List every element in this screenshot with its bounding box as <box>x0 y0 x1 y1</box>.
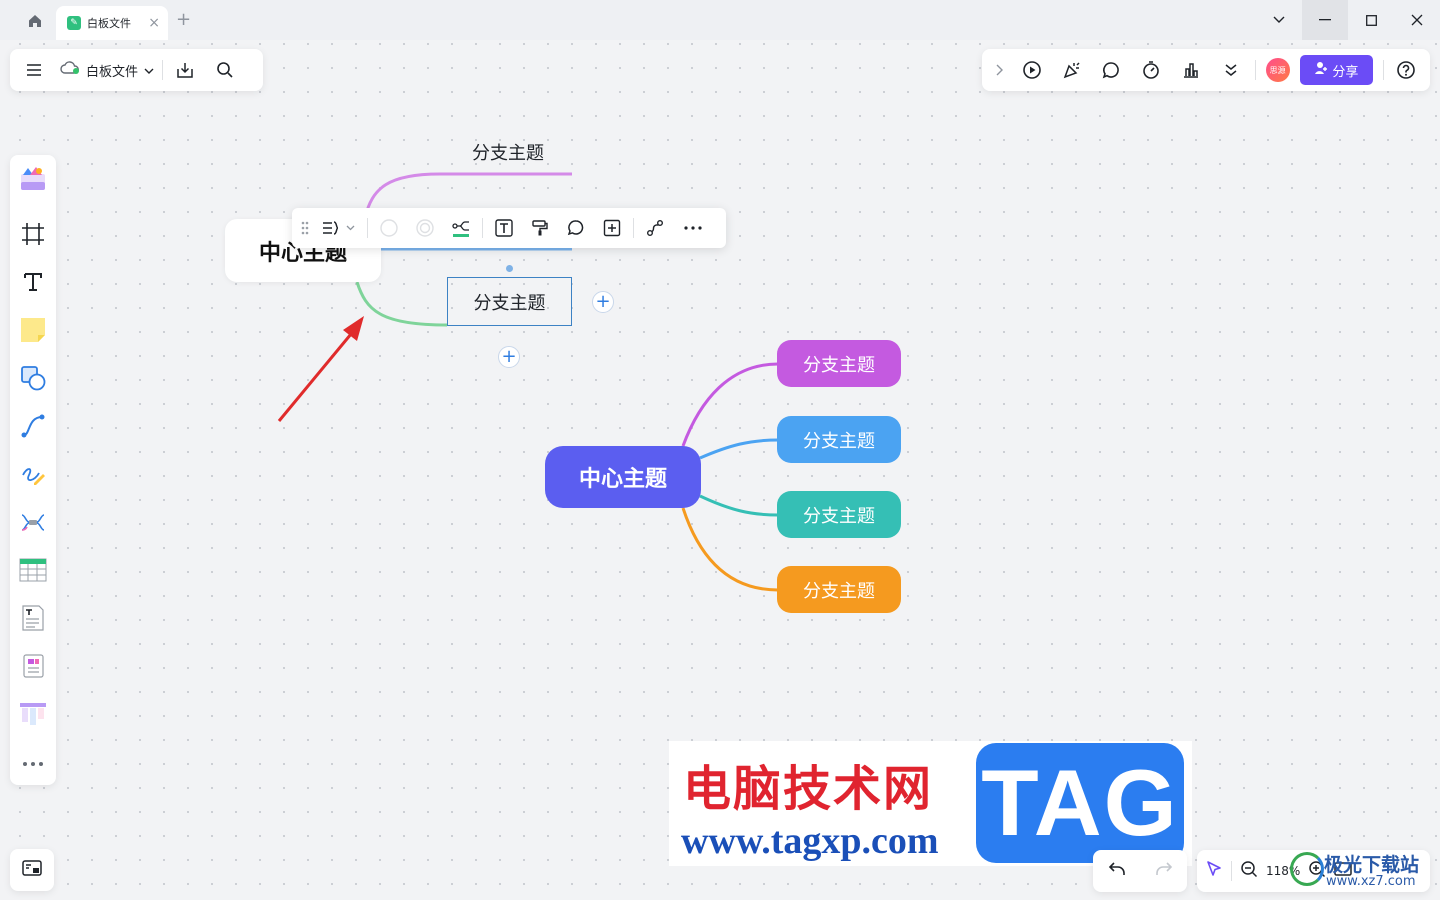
add-sibling-icon[interactable]: + <box>592 291 614 313</box>
site2-url: www.xz7.com <box>1326 874 1416 889</box>
annotation-arrow-line <box>277 327 358 422</box>
branch-line-2 <box>699 438 779 460</box>
drag-handle-icon[interactable] <box>296 213 314 243</box>
format-painter-icon[interactable] <box>522 213 558 243</box>
redo-icon[interactable] <box>1155 861 1173 881</box>
connection-handle[interactable] <box>506 265 513 272</box>
watermark: 电脑技术网 www.tagxp.com TAG <box>669 741 1192 866</box>
branch-line-selected <box>355 281 448 327</box>
mindmap2-branch-3[interactable]: 分支主题 <box>777 491 901 538</box>
annotation-arrow-head <box>343 316 364 341</box>
add-child-icon[interactable]: + <box>498 346 520 368</box>
watermark-site2: 极光下载站 www.xz7.com <box>1290 848 1430 894</box>
divider <box>633 218 634 238</box>
divider <box>482 218 483 238</box>
site2-title: 极光下载站 <box>1324 854 1420 876</box>
undo-redo-bar <box>1093 850 1187 892</box>
branch-style-icon[interactable] <box>443 213 479 243</box>
undo-icon[interactable] <box>1108 861 1126 881</box>
comment-icon[interactable] <box>558 213 594 243</box>
border-color-icon[interactable] <box>407 213 443 243</box>
more-icon[interactable] <box>673 213 713 243</box>
divider <box>367 218 368 238</box>
mindmap1-branch-top[interactable]: 分支主题 <box>472 139 544 165</box>
branch-line-3 <box>699 494 779 517</box>
mindmap2-branch-4[interactable]: 分支主题 <box>777 566 901 613</box>
watermark-title: 电脑技术网 <box>683 761 934 817</box>
zoom-out-icon[interactable] <box>1240 860 1258 882</box>
layout-dropdown-icon[interactable] <box>314 213 364 243</box>
site2-logo-icon <box>1290 852 1324 886</box>
mindmap2-branch-2[interactable]: 分支主题 <box>777 416 901 463</box>
watermark-tag-logo: TAG <box>976 743 1184 863</box>
mindmap1-branch-selected[interactable]: 分支主题 <box>447 277 572 326</box>
node-format-toolbar <box>292 208 726 248</box>
mindmap2-branch-1[interactable]: 分支主题 <box>777 340 901 387</box>
branch-line-1 <box>681 362 779 447</box>
select-cursor-icon[interactable] <box>1205 860 1223 882</box>
insert-icon[interactable] <box>594 213 630 243</box>
connect-icon[interactable] <box>637 213 673 243</box>
text-format-icon[interactable] <box>486 213 522 243</box>
divider <box>1231 861 1232 881</box>
branch-line-4 <box>681 507 779 592</box>
fill-color-icon[interactable] <box>371 213 407 243</box>
mindmap2-center-node[interactable]: 中心主题 <box>545 446 701 508</box>
watermark-url: www.tagxp.com <box>681 820 939 862</box>
